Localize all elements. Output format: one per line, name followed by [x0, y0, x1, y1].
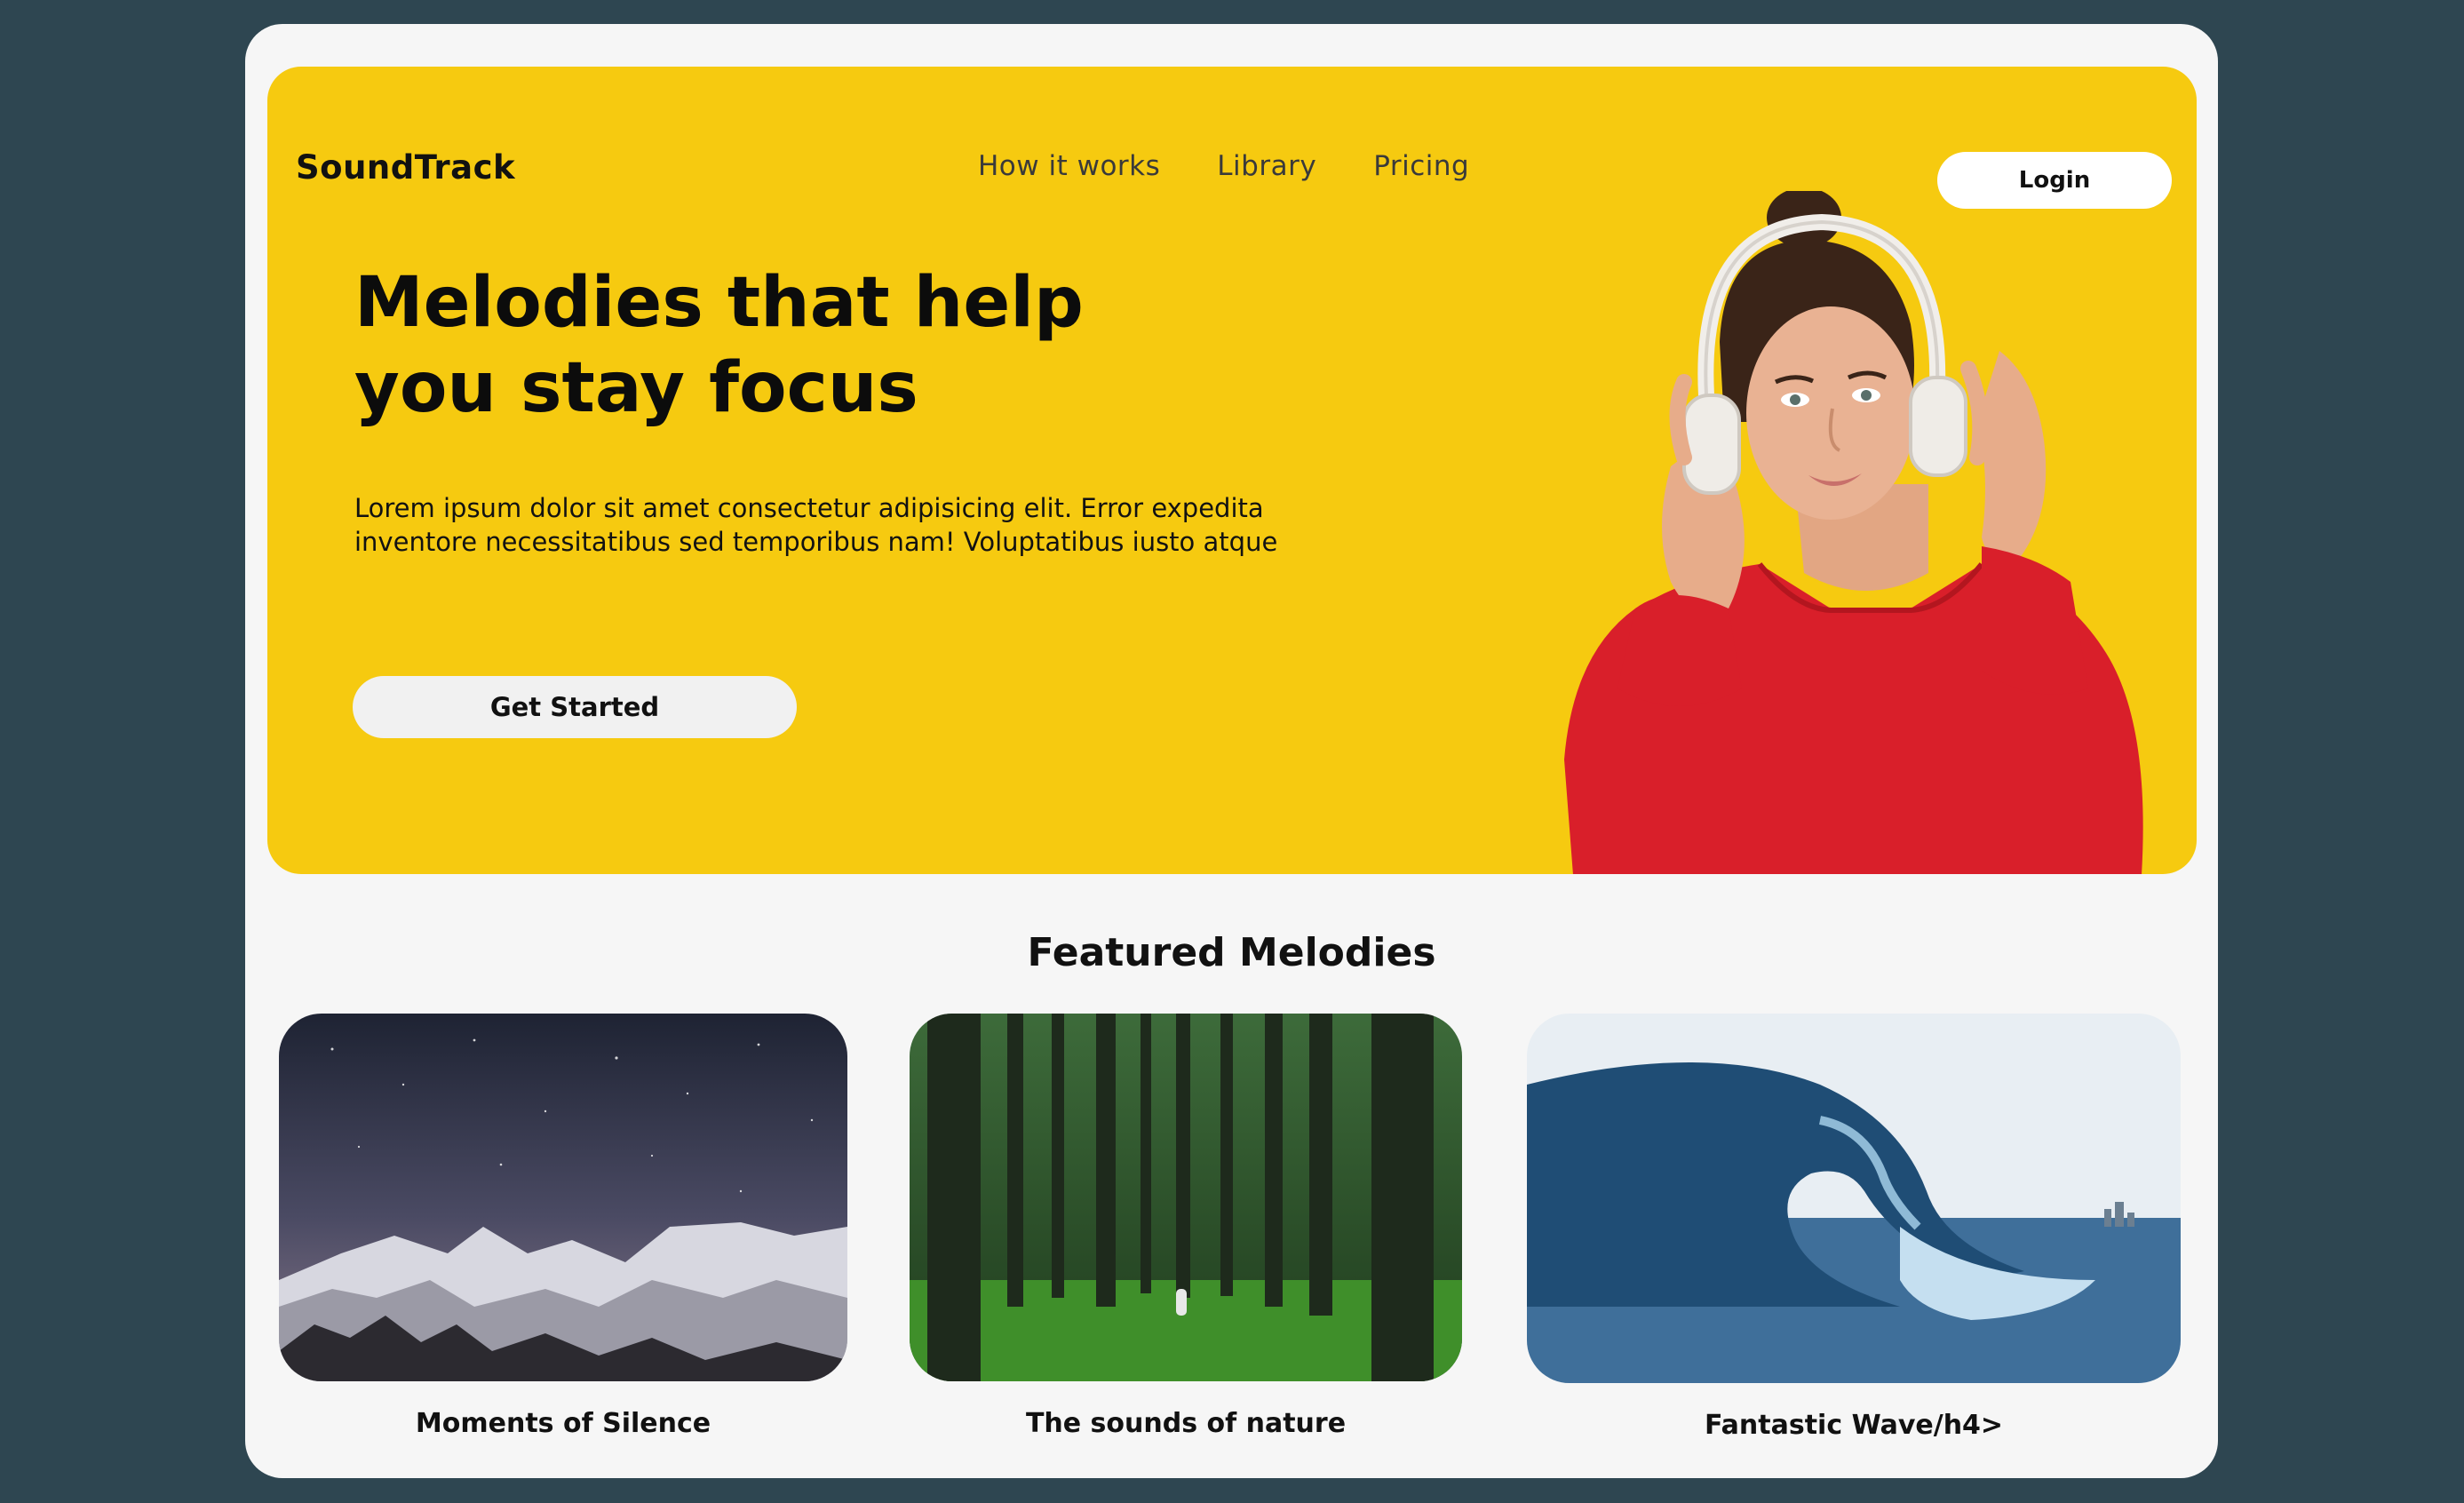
nav-link-library[interactable]: Library — [1217, 150, 1316, 182]
melody-card-title-wave: Fantastic Wave/h4> — [1704, 1410, 2004, 1441]
brand-logo[interactable]: SoundTrack — [296, 148, 515, 187]
main-nav: How it works Library Pricing — [978, 150, 1469, 182]
get-started-button[interactable]: Get Started — [353, 676, 797, 738]
hero-headline: Melodies that help you stay focus — [354, 260, 1154, 431]
mountain-night-image — [279, 1014, 847, 1381]
ocean-wave-image — [1527, 1014, 2181, 1383]
hero-banner: SoundTrack How it works Library Pricing … — [267, 67, 2197, 874]
melody-card-title-nature: The sounds of nature — [1025, 1408, 1347, 1439]
featured-melodies-heading: Featured Melodies — [1027, 930, 1436, 975]
page-card: SoundTrack How it works Library Pricing … — [245, 24, 2218, 1478]
melody-card-image-nature[interactable] — [910, 1014, 1462, 1381]
melody-card-title-silence: Moments of Silence — [415, 1408, 711, 1439]
hero-description: Lorem ipsum dolor sit amet consectetur a… — [354, 493, 1278, 557]
hero-woman-headphones-image — [1564, 191, 2143, 874]
melody-card-image-silence[interactable] — [279, 1014, 847, 1381]
nav-link-how-it-works[interactable]: How it works — [978, 150, 1160, 182]
nav-link-pricing[interactable]: Pricing — [1373, 150, 1469, 182]
forest-image — [910, 1014, 1462, 1381]
hero-headline-line-1: Melodies that help — [354, 263, 1084, 343]
melody-card-image-wave[interactable] — [1527, 1014, 2181, 1383]
hero-headline-line-2: you stay focus — [354, 348, 918, 428]
